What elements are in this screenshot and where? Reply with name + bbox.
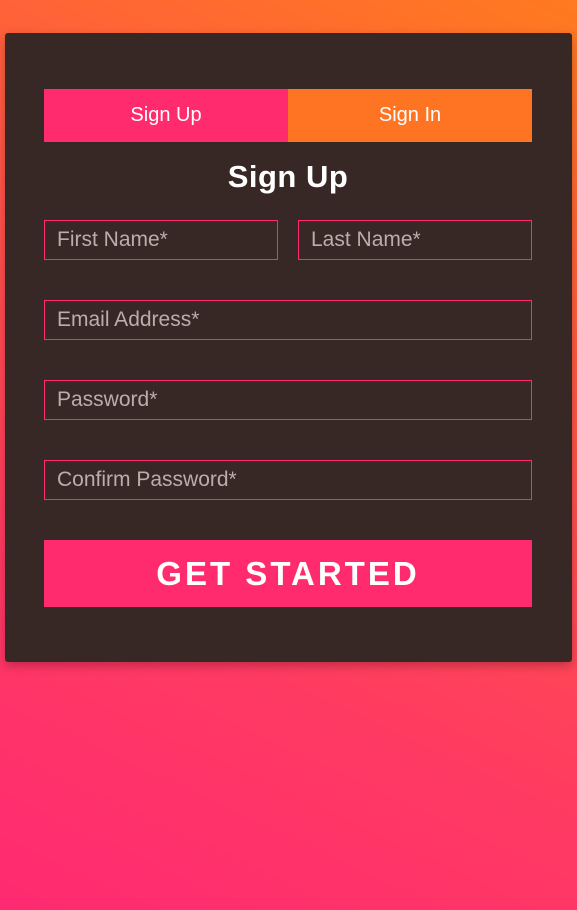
tab-sign-in-label: Sign In — [378, 104, 442, 126]
email-field[interactable] — [44, 300, 532, 340]
form-title: Sign Up — [227, 159, 349, 194]
signup-card: Sign Up Sign In Sign Up GET STARTED — [5, 33, 572, 662]
auth-tabs: Sign Up Sign In — [44, 89, 532, 142]
first-name-field[interactable] — [44, 220, 278, 260]
tab-sign-in[interactable]: Sign In — [288, 89, 532, 142]
password-field[interactable] — [44, 380, 532, 420]
last-name-field[interactable] — [298, 220, 532, 260]
tab-sign-up-label: Sign Up — [130, 104, 202, 126]
confirm-password-field[interactable] — [44, 460, 532, 500]
tab-sign-up[interactable]: Sign Up — [44, 89, 288, 142]
get-started-button[interactable]: GET STARTED — [44, 540, 532, 607]
